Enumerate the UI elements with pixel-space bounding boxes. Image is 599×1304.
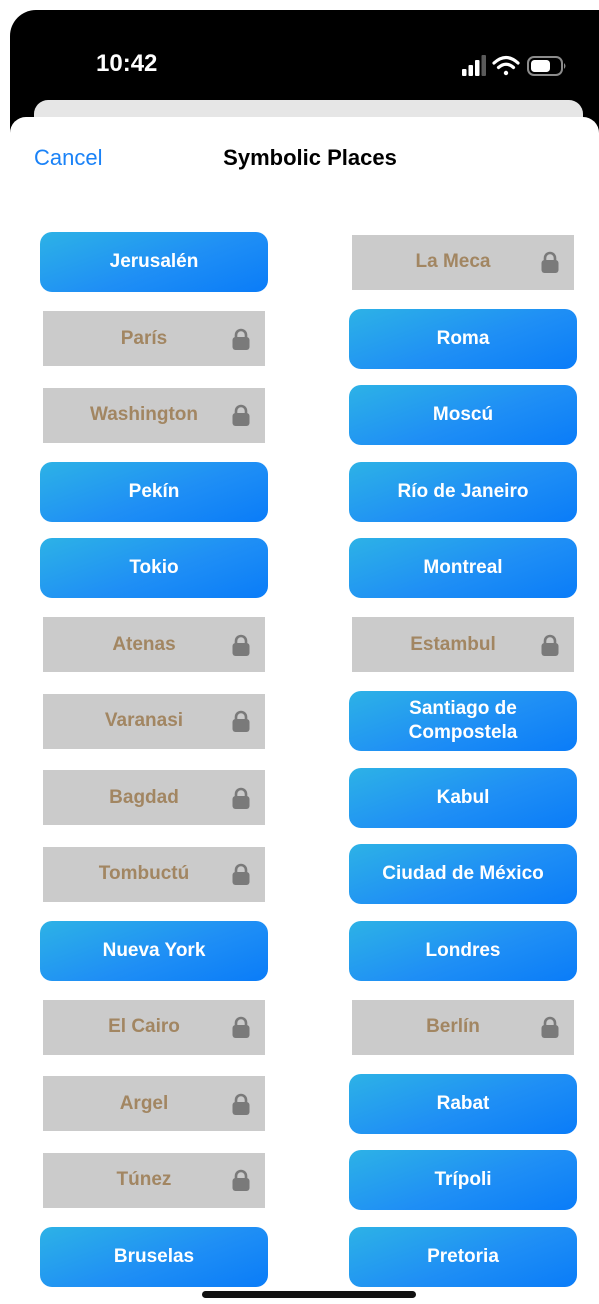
place-label: Varanasi — [104, 710, 184, 731]
lock-icon — [232, 710, 250, 732]
place-label: Washington — [90, 404, 198, 425]
place-label: Ciudad de México — [382, 863, 544, 884]
place-label: Rabat — [436, 1092, 490, 1114]
home-indicator[interactable] — [202, 1291, 416, 1298]
place-button-right-2[interactable]: Roma — [349, 308, 577, 369]
place-label: Berlín — [426, 1016, 480, 1037]
place-button-right-5[interactable]: Montreal — [349, 538, 577, 598]
place-button-left-10[interactable]: Nueva York — [40, 920, 268, 981]
place-label: Pretoria — [427, 1245, 499, 1267]
place-button-right-9[interactable]: Ciudad de México — [349, 844, 577, 904]
place-label: Bagdad — [109, 786, 179, 808]
place-button-right-4[interactable]: Río de Janeiro — [349, 461, 577, 522]
lock-icon — [232, 634, 250, 656]
locked-place-left-7: Varanasi — [43, 693, 265, 749]
place-button-left-4[interactable]: Pekín — [40, 461, 268, 522]
place-label: Atenas — [112, 633, 176, 655]
locked-place-left-8: Bagdad — [43, 770, 265, 825]
place-label: Jerusalén — [109, 251, 199, 272]
locked-place-left-13: Túnez — [43, 1152, 265, 1208]
lock-icon — [232, 328, 250, 350]
place-label: Pekín — [128, 480, 180, 502]
lock-icon — [541, 1016, 559, 1038]
locked-place-right-6: Estambul — [352, 617, 574, 672]
place-label: Bruselas — [113, 1245, 195, 1267]
place-button-left-1[interactable]: Jerusalén — [40, 232, 268, 292]
place-label: Argel — [119, 1092, 169, 1114]
place-label: Estambul — [410, 633, 496, 655]
lock-icon — [541, 634, 559, 656]
place-label: Río de Janeiro — [397, 480, 529, 502]
place-label: Londres — [425, 939, 501, 961]
place-label: El Cairo — [108, 1016, 180, 1037]
place-label: Tokio — [129, 557, 179, 578]
locked-place-left-11: El Cairo — [43, 999, 265, 1055]
place-label: Nueva York — [102, 939, 206, 961]
lock-icon — [232, 1016, 250, 1038]
locked-place-right-11: Berlín — [352, 999, 574, 1055]
lock-icon — [232, 404, 250, 426]
place-label: Kabul — [436, 786, 490, 808]
place-label: Túnez — [116, 1169, 172, 1190]
place-label: Montreal — [423, 557, 503, 578]
place-label: París — [120, 327, 168, 349]
place-button-right-7[interactable]: Santiago de Compostela — [349, 691, 577, 751]
place-label: Trípoli — [434, 1169, 492, 1190]
places-grid: Jerusalén París Washington Pekín Tokio Atenas… — [0, 0, 599, 1304]
lock-icon — [232, 1093, 250, 1115]
place-button-right-13[interactable]: Trípoli — [349, 1150, 577, 1210]
locked-place-left-6: Atenas — [43, 617, 265, 672]
lock-icon — [232, 1169, 250, 1191]
app-screen: 10:42 Cancel Symbolic Places JerusalénP — [0, 0, 599, 1304]
place-button-right-8[interactable]: Kabul — [349, 767, 577, 828]
place-button-left-5[interactable]: Tokio — [40, 538, 268, 598]
locked-place-left-12: Argel — [43, 1076, 265, 1131]
place-button-right-10[interactable]: Londres — [349, 920, 577, 981]
place-button-right-12[interactable]: Rabat — [349, 1073, 577, 1134]
lock-icon — [541, 251, 559, 273]
place-button-right-14[interactable]: Pretoria — [349, 1226, 577, 1287]
place-label: La Meca — [415, 251, 491, 272]
locked-place-right-1: La Meca — [352, 234, 574, 290]
locked-place-left-3: Washington — [43, 387, 265, 443]
place-label: Santiago de Compostela — [408, 698, 518, 743]
place-button-left-14[interactable]: Bruselas — [40, 1226, 268, 1287]
locked-place-left-9: Tombuctú — [43, 846, 265, 902]
place-label: Moscú — [432, 404, 494, 425]
lock-icon — [232, 787, 250, 809]
lock-icon — [232, 863, 250, 885]
place-label: Tombuctú — [98, 863, 190, 884]
place-label: Roma — [436, 327, 490, 349]
place-button-right-3[interactable]: Moscú — [349, 385, 577, 445]
locked-place-left-2: París — [43, 311, 265, 366]
